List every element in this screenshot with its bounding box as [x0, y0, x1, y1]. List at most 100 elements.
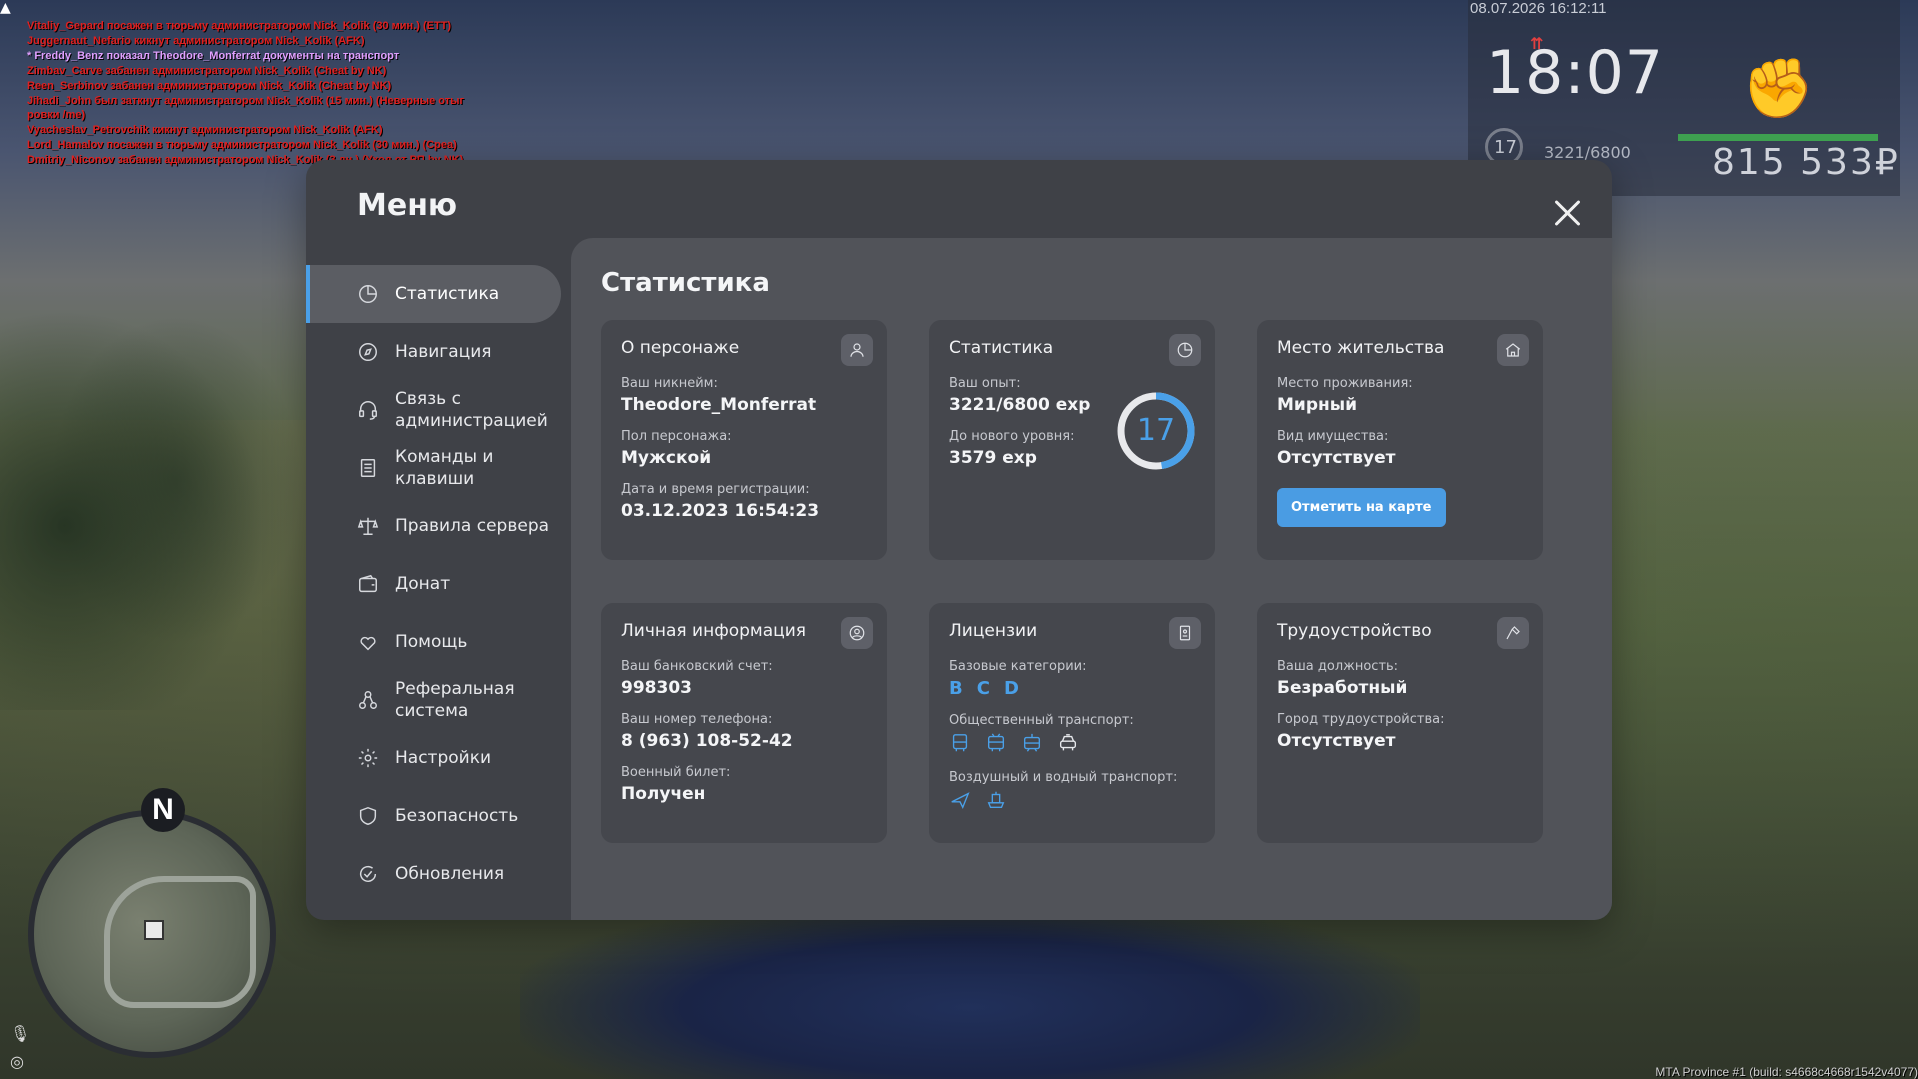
card-statistics: Статистика Ваш опыт: 3221/6800 exp До но…: [929, 320, 1215, 560]
level-number: 17: [1136, 413, 1176, 448]
user-circle-icon: [841, 617, 873, 649]
card-residence: Место жительства Место проживания: Мирны…: [1257, 320, 1543, 560]
background-trees: [0, 250, 320, 710]
mark-on-map-button[interactable]: Отметить на карте: [1277, 488, 1446, 527]
north-indicator: N: [141, 788, 185, 832]
exp-label: Ваш опыт:: [949, 376, 1021, 391]
card-title: Место жительства: [1277, 338, 1445, 358]
reg-label: Дата и время регистрации:: [621, 482, 810, 497]
sidebar-item-security[interactable]: Безопасность: [306, 787, 561, 845]
plane-icon: [949, 789, 971, 815]
pie-chart-icon: [356, 282, 380, 306]
sidebar-item-commands[interactable]: Команды и клавиши: [306, 439, 561, 497]
public-transport-label: Общественный транспорт:: [949, 713, 1134, 728]
phone-value: 8 (963) 108-52-42: [621, 731, 793, 751]
page-title: Статистика: [601, 268, 770, 298]
category-b: B: [949, 678, 963, 699]
card-employment: Трудоустройство Ваша должность: Безработ…: [1257, 603, 1543, 843]
build-info: MTA Province #1 (build: s4668c4668r1542v…: [1655, 1065, 1918, 1079]
card-title: Личная информация: [621, 621, 807, 641]
headset-icon: [356, 398, 380, 422]
sidebar-item-label: Статистика: [395, 284, 500, 304]
sidebar-item-help[interactable]: Помощь: [306, 613, 561, 671]
health-bar: [1678, 134, 1878, 141]
card-title: Трудоустройство: [1277, 621, 1432, 641]
chat-line: Jihadi_John был заткнут администратором …: [27, 94, 465, 107]
referral-icon: [356, 688, 380, 712]
trolleybus-icon: [985, 732, 1007, 758]
fist-icon: ✊: [1742, 54, 1815, 122]
property-value: Отсутствует: [1277, 448, 1396, 468]
boat-icon: [985, 789, 1007, 815]
sidebar-item-statistics[interactable]: Статистика: [306, 265, 561, 323]
card-title: Статистика: [949, 338, 1054, 358]
background-car: [520, 900, 1420, 1079]
sidebar-item-donate[interactable]: Донат: [306, 555, 561, 613]
sidebar-item-referral[interactable]: Реферальная система: [306, 671, 561, 729]
shield-icon: [356, 804, 380, 828]
bank-label: Ваш банковский счет:: [621, 659, 773, 674]
sidebar-item-label: Настройки: [395, 748, 492, 768]
nick-value: Theodore_Monferrat: [621, 395, 817, 415]
user-icon: [841, 334, 873, 366]
chat-line: Zimbav_Carve забанен администратором Nic…: [27, 64, 387, 77]
hud-money: 815 533₽: [1712, 142, 1900, 183]
microphone-icon: 🎙: [10, 1024, 31, 1043]
keyboard-list-icon: [356, 456, 380, 480]
sidebar-item-label: Помощь: [395, 632, 468, 652]
content-panel: Статистика О персонаже Ваш никнейм: Theo…: [571, 238, 1612, 920]
place-value: Мирный: [1277, 395, 1358, 415]
chat-line: ровки /me): [27, 109, 86, 122]
sidebar-item-rules[interactable]: Правила сервера: [306, 497, 561, 555]
city-value: Отсутствует: [1277, 731, 1396, 751]
card-title: Лицензии: [949, 621, 1038, 641]
player-marker-icon: [144, 920, 164, 940]
refresh-check-icon: [356, 862, 380, 886]
gps-icon: ◎: [10, 1052, 24, 1071]
chat-line: Reen_Serbinov забанен администратором Ni…: [27, 79, 392, 92]
category-c: C: [976, 678, 990, 699]
military-value: Получен: [621, 784, 706, 804]
sidebar-item-navigation[interactable]: Навигация: [306, 323, 561, 381]
sidebar-item-label: Команды и клавиши: [395, 447, 494, 489]
tram-icon: [1021, 732, 1043, 758]
house-icon: [1497, 334, 1529, 366]
gear-icon: [356, 746, 380, 770]
card-licenses: Лицензии Базовые категории: B C D Общест…: [929, 603, 1215, 843]
place-label: Место проживания:: [1277, 376, 1413, 391]
city-label: Город трудоустройства:: [1277, 712, 1445, 727]
wallet-icon: [356, 572, 380, 596]
sidebar-item-admin-contact[interactable]: Связь с администрацией: [306, 381, 561, 439]
license-categories: B C D: [949, 678, 1195, 699]
air-water-transport-icons: [949, 789, 1195, 815]
reg-value: 03.12.2023 16:54:23: [621, 501, 820, 521]
sidebar-item-settings[interactable]: Настройки: [306, 729, 561, 787]
category-d: D: [1003, 678, 1019, 699]
nick-label: Ваш никнейм:: [621, 376, 718, 391]
sidebar-item-label: Связь с администрацией: [395, 389, 548, 431]
chat-line: * Freddy_Benz показал Theodore_Monferrat…: [27, 49, 400, 62]
chat-line: Vitaliy_Gepard посажен в тюрьму админист…: [27, 20, 452, 32]
card-character: О персонаже Ваш никнейм: Theodore_Monfer…: [601, 320, 887, 560]
sidebar: Статистика Навигация Связь с администрац…: [306, 265, 561, 903]
hammer-icon: [1497, 617, 1529, 649]
base-categories-label: Базовые категории:: [949, 659, 1087, 674]
hud-time: 18:07: [1486, 38, 1664, 108]
bank-value: 998303: [621, 678, 692, 698]
card-title: О персонаже: [621, 338, 740, 358]
mouse-cursor-icon: ▲: [0, 0, 11, 16]
military-label: Военный билет:: [621, 765, 731, 780]
hud-date: 08.07.2026 16:12:11: [1470, 0, 1607, 17]
air-water-transport-label: Воздушный и водный транспорт:: [949, 770, 1178, 785]
position-label: Ваша должность:: [1277, 659, 1399, 674]
public-transport-icons: [949, 732, 1195, 758]
minimap-road: [104, 876, 256, 1008]
sidebar-item-label: Донат: [395, 574, 451, 594]
sidebar-item-label: Обновления: [395, 864, 505, 884]
gender-label: Пол персонажа:: [621, 429, 732, 444]
sidebar-item-updates[interactable]: Обновления: [306, 845, 561, 903]
chat-line: Vyacheslav_Petrovchik кикнут администрат…: [27, 124, 383, 137]
card-personal-info: Личная информация Ваш банковский счет: 9…: [601, 603, 887, 843]
close-button[interactable]: [1550, 196, 1584, 230]
hud-level: 17: [1494, 137, 1517, 158]
